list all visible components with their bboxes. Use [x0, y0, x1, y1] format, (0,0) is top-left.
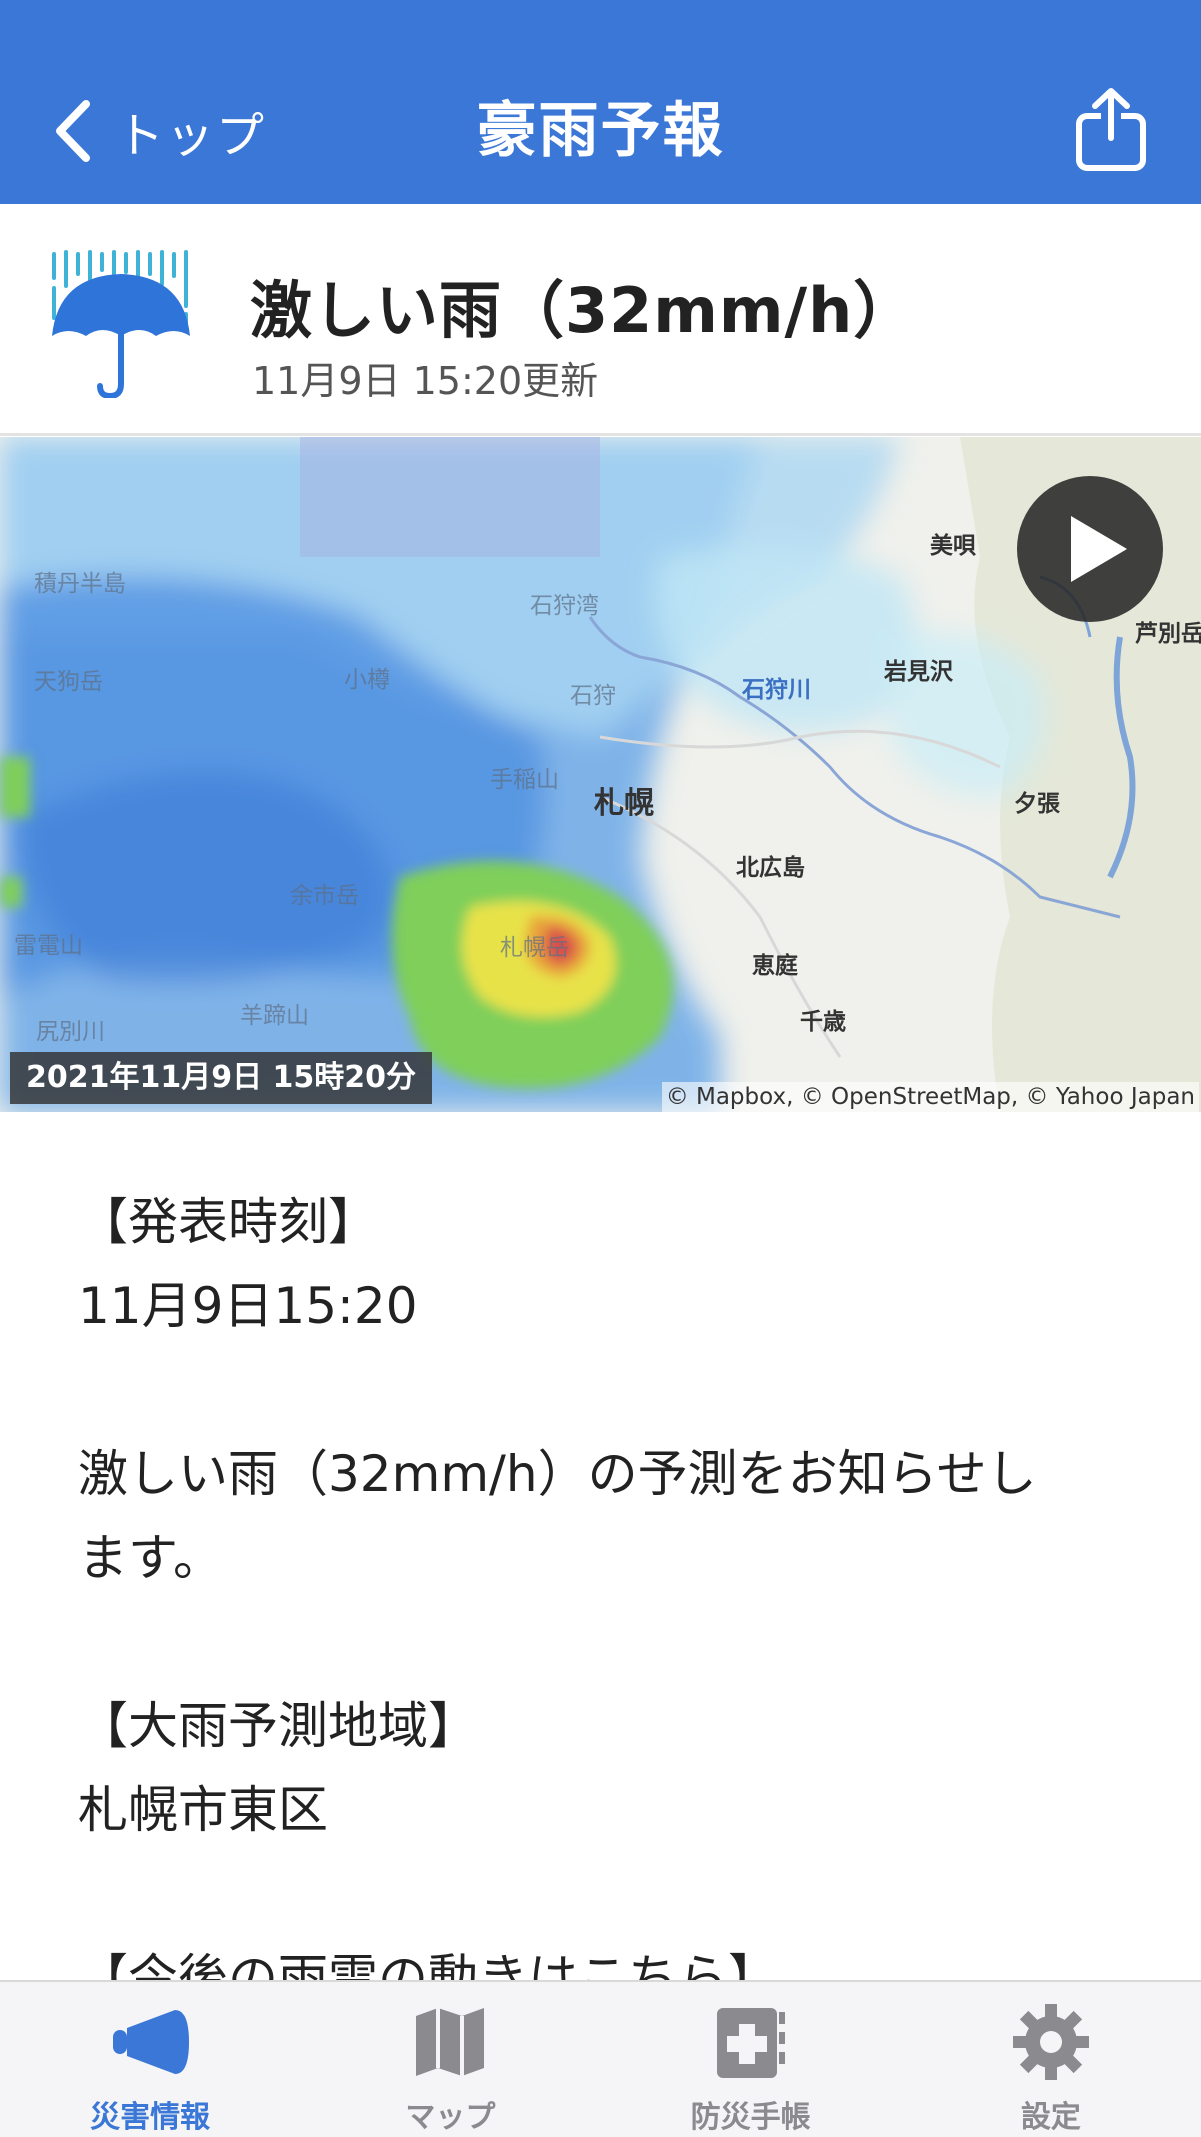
page-title: 豪雨予報 — [476, 96, 725, 166]
area-name: 札幌市東区 — [78, 1781, 328, 1839]
rain-radar-map[interactable]: 美唄 芦別岳 岩見沢 夕張 石狩川 石狩湾 石狩 小樽 手稲山 札幌 北広島 積… — [0, 437, 1201, 1112]
tab-label: 防災手帳 — [690, 2100, 811, 2135]
map-label: 札幌 — [594, 786, 654, 821]
map-label: 天狗岳 — [34, 669, 103, 695]
map-label: 北広島 — [736, 855, 805, 881]
tab-bar: 災害情報 マップ 防災手帳 設定 — [0, 1980, 1201, 2137]
updated-time: 11月9日 15:20更新 — [252, 359, 599, 403]
alert-summary: 激しい雨（32mm/h） 11月9日 15:20更新 — [0, 204, 1201, 436]
map-label: 石狩川 — [742, 677, 811, 703]
message-line: ます。 — [78, 1529, 223, 1587]
map-label: 小樽 — [344, 667, 390, 693]
map-label: 余市岳 — [290, 883, 359, 909]
map-label: 夕張 — [1014, 791, 1060, 817]
gear-icon — [1012, 2004, 1089, 2080]
map-label: 積丹半島 — [34, 571, 126, 597]
share-icon[interactable] — [1071, 86, 1151, 172]
tab-map[interactable]: マップ — [300, 1982, 600, 2137]
announce-time: 11月9日15:20 — [78, 1277, 418, 1335]
map-label: 雷電山 — [14, 933, 83, 959]
map-label: 美唄 — [930, 533, 976, 559]
announce-heading: 【発表時刻】 — [78, 1193, 378, 1251]
tab-disaster-info[interactable]: 災害情報 — [0, 1982, 300, 2137]
map-attribution[interactable]: © Mapbox, © OpenStreetMap, © Yahoo Japan — [661, 1082, 1199, 1112]
first-aid-notebook-icon — [716, 2008, 785, 2078]
alert-body: 【発表時刻】 11月9日15:20 激しい雨（32mm/h）の予測をお知らせし … — [78, 1180, 1158, 2020]
play-icon — [1071, 516, 1127, 582]
play-animation-button[interactable] — [1017, 476, 1163, 622]
map-label: 恵庭 — [752, 953, 798, 979]
tab-label: 災害情報 — [90, 2100, 211, 2135]
tab-disaster-notebook[interactable]: 防災手帳 — [601, 1982, 901, 2137]
tab-label: マップ — [405, 2100, 496, 2135]
tab-settings[interactable]: 設定 — [901, 1982, 1201, 2137]
area-heading: 【大雨予測地域】 — [78, 1697, 478, 1755]
tab-label: 設定 — [1020, 2100, 1081, 2135]
map-label: 千歳 — [800, 1009, 846, 1035]
map-label: 石狩 — [570, 683, 616, 709]
map-label: 手稲山 — [490, 767, 559, 793]
umbrella-rain-icon — [52, 250, 190, 398]
map-icon — [416, 2008, 485, 2076]
map-label: 岩見沢 — [884, 659, 953, 685]
map-label: 羊蹄山 — [240, 1003, 309, 1029]
message-line: 激しい雨（32mm/h）の予測をお知らせし — [78, 1445, 1037, 1503]
map-label: 石狩湾 — [530, 593, 599, 619]
map-label: 札幌岳 — [500, 935, 569, 961]
megaphone-icon — [113, 2010, 190, 2074]
nav-header: トップ 豪雨予報 — [0, 0, 1201, 204]
map-timestamp: 2021年11月9日 15時20分 — [10, 1052, 433, 1104]
rain-intensity-title: 激しい雨（32mm/h） — [250, 274, 917, 347]
map-label: 尻別川 — [36, 1019, 105, 1045]
